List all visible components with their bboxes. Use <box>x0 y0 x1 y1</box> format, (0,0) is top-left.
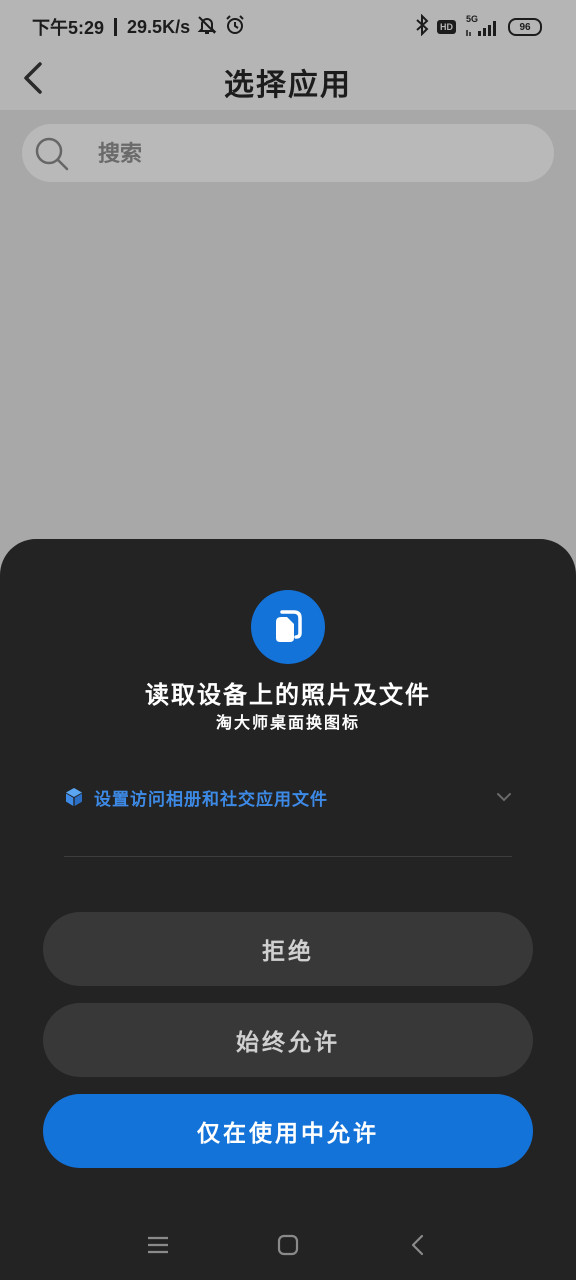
hd-badge: HD <box>437 20 456 34</box>
divider <box>64 856 512 857</box>
settings-link-label: 设置访问相册和社交应用文件 <box>94 789 328 810</box>
status-bar: 下午5:29 29.5K/s HD 5G 96 <box>0 0 576 52</box>
battery-indicator: 96 <box>508 18 542 36</box>
home-icon[interactable] <box>274 1231 302 1259</box>
always-allow-button[interactable]: 始终允许 <box>43 1003 533 1077</box>
search-input[interactable] <box>96 134 520 174</box>
menu-icon[interactable] <box>144 1231 172 1259</box>
status-bar-left: 下午5:29 29.5K/s <box>32 14 246 40</box>
status-time: 下午5:29 <box>32 18 105 38</box>
alarm-icon <box>224 14 246 41</box>
permission-sheet: 读取设备上的照片及文件 淘大师桌面换图标 设置访问相册和社交应用文件 拒绝 始终… <box>0 539 576 1280</box>
net-speed: 29.5K/s <box>127 16 191 37</box>
permission-title: 读取设备上的照片及文件 <box>145 681 431 709</box>
search-bar[interactable] <box>22 124 554 182</box>
search-icon <box>34 136 70 172</box>
bluetooth-icon <box>415 13 429 40</box>
requesting-app-name: 淘大师桌面换图标 <box>215 713 360 732</box>
chevron-down-icon[interactable] <box>494 787 514 807</box>
app-header: 选择应用 <box>0 52 576 110</box>
signal-icon: 5G <box>464 14 500 38</box>
cube-icon <box>64 787 84 807</box>
page-title: 选择应用 <box>224 68 352 103</box>
deny-button[interactable]: 拒绝 <box>43 912 533 986</box>
status-bar-right: HD 5G 96 <box>415 13 542 40</box>
status-separator <box>114 18 118 36</box>
nav-bar <box>0 1215 576 1275</box>
back-icon[interactable] <box>404 1231 432 1259</box>
allow-while-using-button[interactable]: 仅在使用中允许 <box>43 1094 533 1168</box>
files-icon <box>251 590 325 664</box>
permission-settings-link[interactable]: 设置访问相册和社交应用文件 <box>64 781 514 813</box>
mute-icon <box>196 14 218 41</box>
